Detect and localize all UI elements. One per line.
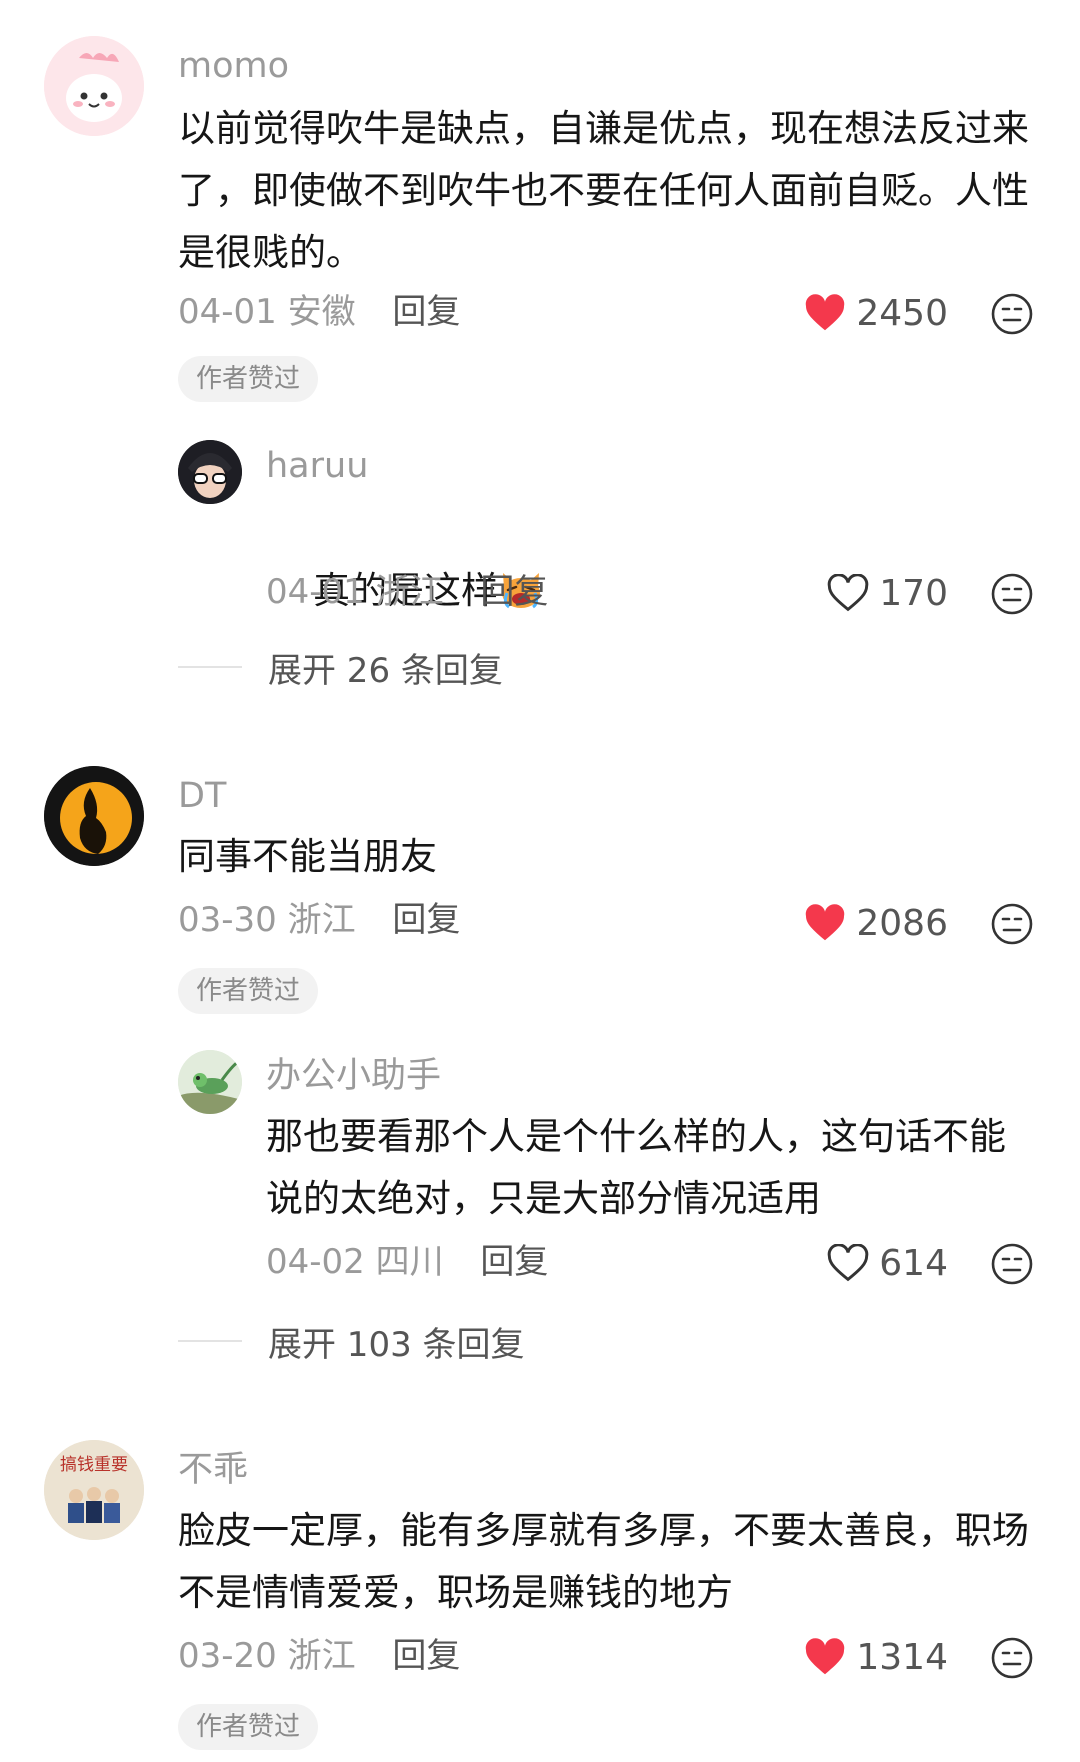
- reply-meta: 04-02 四川 回复: [266, 1240, 548, 1284]
- username[interactable]: 不乖: [178, 1448, 248, 1492]
- comment-text: 以前觉得吹牛是缺点，自谦是优点，现在想法反过来了，即使做不到吹牛也不要在任何人面…: [178, 107, 1029, 274]
- avatar-image: [44, 36, 144, 136]
- heart-outline-icon: [828, 574, 869, 612]
- heart-filled-icon: [806, 904, 845, 941]
- like-count: 614: [879, 1242, 948, 1284]
- dislike-face-icon[interactable]: [990, 902, 1034, 946]
- comment-date: 03-20: [178, 1636, 277, 1676]
- avatar-image: [178, 1050, 242, 1114]
- expand-replies-label: 展开 26 条回复: [268, 650, 503, 691]
- like-count: 2450: [856, 292, 948, 334]
- comment-meta: 04-01 安徽 回复: [178, 290, 460, 334]
- like-count: 170: [879, 572, 948, 614]
- avatar[interactable]: [178, 1050, 242, 1114]
- heart-filled-icon: [806, 294, 845, 331]
- avatar-image: [178, 440, 242, 504]
- comment-location: 浙江: [287, 900, 356, 940]
- avatar-image: 搞钱重要: [44, 1440, 144, 1540]
- comment-meta: 03-20 浙江 回复: [178, 1634, 460, 1678]
- like-button[interactable]: 2450: [804, 288, 948, 338]
- dislike-face-icon[interactable]: [990, 292, 1034, 336]
- avatar-image: [44, 766, 144, 866]
- expand-replies-label: 展开 103 条回复: [268, 1324, 525, 1365]
- reply-meta: 04-01 浙江 回复: [266, 570, 548, 614]
- username[interactable]: 办公小助手: [266, 1054, 441, 1098]
- avatar[interactable]: [44, 766, 144, 866]
- divider: [178, 1340, 242, 1342]
- author-liked-badge: 作者赞过: [178, 968, 319, 1014]
- comment-location: 浙江: [287, 1636, 356, 1676]
- like-count: 2086: [856, 902, 948, 944]
- author-liked-badge: 作者赞过: [178, 356, 319, 402]
- reply-button[interactable]: 回复: [392, 1636, 460, 1676]
- like-button[interactable]: 614: [827, 1238, 948, 1288]
- reply-text: 那也要看那个人是个什么样的人，这句话不能说的太绝对，只是大部分情况适用: [266, 1115, 1006, 1220]
- avatar[interactable]: [178, 440, 242, 504]
- reply-location: 浙江: [375, 572, 444, 612]
- expand-replies-button[interactable]: 展开 26 条回复: [178, 644, 503, 691]
- reply-button[interactable]: 回复: [392, 900, 460, 940]
- like-button[interactable]: 2086: [804, 898, 948, 948]
- comment-text: 同事不能当朋友: [178, 835, 437, 878]
- comment-meta: 03-30 浙江 回复: [178, 898, 460, 942]
- divider: [178, 666, 242, 668]
- comment-location: 安徽: [287, 292, 356, 332]
- comment-text: 脸皮一定厚，能有多厚就有多厚，不要太善良，职场不是情情爱爱，职场是赚钱的地方: [178, 1509, 1029, 1614]
- like-button[interactable]: 1314: [804, 1632, 948, 1682]
- reply-button[interactable]: 回复: [480, 572, 548, 612]
- avatar[interactable]: [44, 36, 144, 136]
- username[interactable]: DT: [178, 774, 226, 818]
- like-button[interactable]: 170: [827, 568, 948, 618]
- comment-date: 04-01: [178, 292, 277, 332]
- reply-location: 四川: [375, 1242, 444, 1282]
- dislike-face-icon[interactable]: [990, 572, 1034, 616]
- expand-replies-button[interactable]: 展开 103 条回复: [178, 1318, 525, 1365]
- username[interactable]: momo: [178, 44, 289, 88]
- author-liked-badge: 作者赞过: [178, 1704, 319, 1750]
- avatar-text: 搞钱重要: [60, 1455, 128, 1475]
- like-count: 1314: [856, 1636, 948, 1678]
- comment-date: 03-30: [178, 900, 277, 940]
- avatar[interactable]: 搞钱重要: [44, 1440, 144, 1540]
- reply-date: 04-02: [266, 1242, 365, 1282]
- dislike-face-icon[interactable]: [990, 1636, 1034, 1680]
- reply-button[interactable]: 回复: [480, 1242, 548, 1282]
- dislike-face-icon[interactable]: [990, 1242, 1034, 1286]
- reply-button[interactable]: 回复: [392, 292, 460, 332]
- username[interactable]: haruu: [266, 444, 368, 488]
- heart-outline-icon: [828, 1244, 869, 1282]
- reply-date: 04-01: [266, 572, 365, 612]
- heart-filled-icon: [806, 1638, 845, 1675]
